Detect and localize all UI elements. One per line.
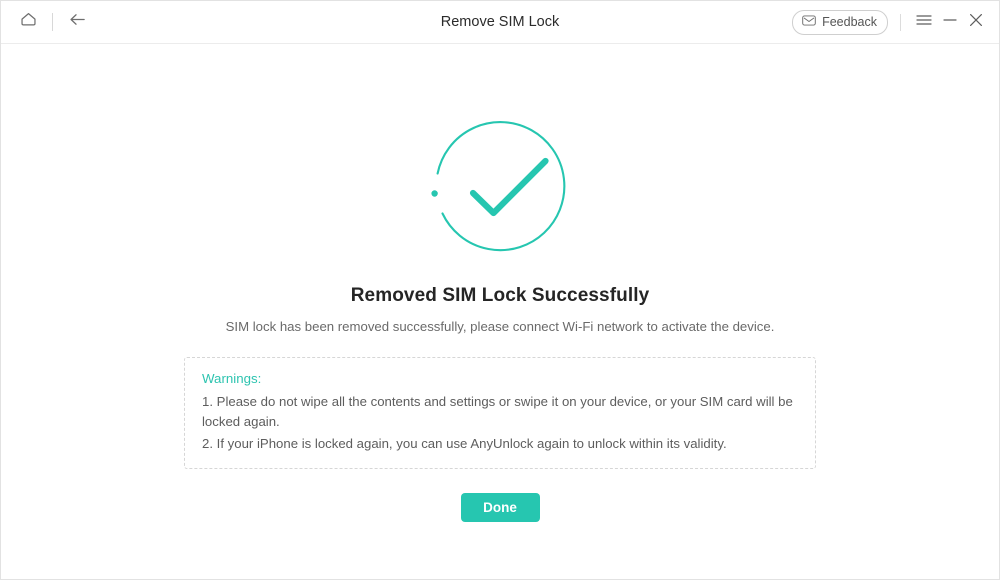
- titlebar-nav-divider: [52, 13, 53, 31]
- done-button[interactable]: Done: [460, 493, 540, 522]
- feedback-button[interactable]: Feedback: [792, 9, 888, 35]
- status-heading: Removed SIM Lock Successfully: [350, 285, 650, 306]
- success-check-circle-icon: [420, 106, 580, 266]
- envelope-icon: [802, 15, 816, 29]
- status-subtext: SIM lock has been removed successfully, …: [225, 319, 775, 334]
- home-button[interactable]: [13, 7, 43, 37]
- back-arrow-icon: [67, 10, 88, 34]
- titlebar-controls: Feedback: [792, 1, 989, 43]
- titlebar-divider: [900, 13, 901, 31]
- warnings-title: Warnings:: [202, 371, 262, 386]
- minimize-icon: [942, 13, 958, 32]
- home-icon: [19, 10, 38, 34]
- warning-item: 1. Please do not wipe all the contents a…: [202, 394, 793, 429]
- close-button[interactable]: [963, 7, 989, 37]
- warning-item: 2. If your iPhone is locked again, you c…: [202, 436, 727, 451]
- back-button[interactable]: [62, 7, 92, 37]
- app-window: Remove SIM Lock Feedback Removed SIM Loc…: [0, 0, 1000, 580]
- close-icon: [968, 13, 984, 32]
- main-content: Removed SIM Lock Successfully SIM lock h…: [1, 44, 999, 579]
- title-bar: Remove SIM Lock Feedback: [1, 1, 999, 44]
- titlebar-nav-left: [1, 7, 92, 37]
- feedback-label: Feedback: [822, 15, 877, 29]
- minimize-button[interactable]: [937, 7, 963, 37]
- warnings-panel: Warnings: 1. Please do not wipe all the …: [184, 357, 816, 469]
- hamburger-menu-icon: [916, 13, 932, 32]
- menu-button[interactable]: [911, 7, 937, 37]
